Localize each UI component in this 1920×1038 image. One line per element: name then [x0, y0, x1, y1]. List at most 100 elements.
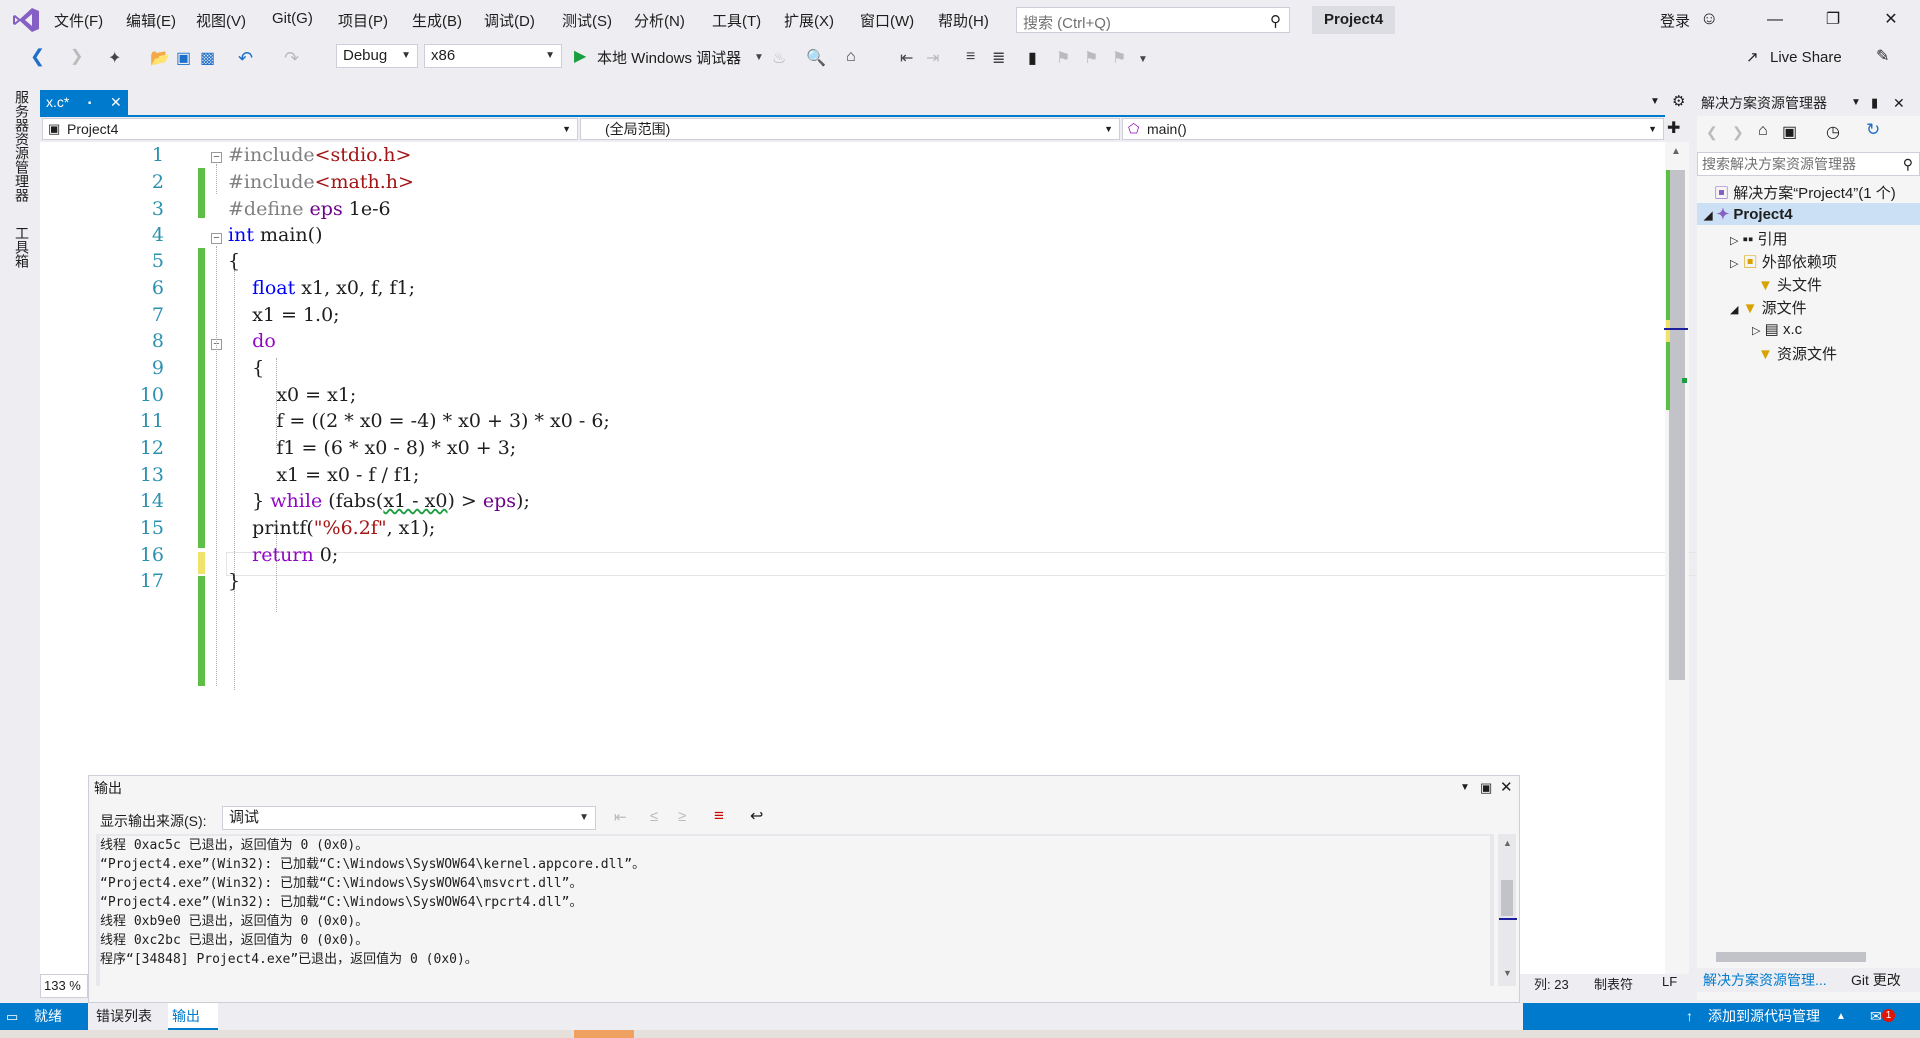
login-link[interactable]: 登录 [1660, 10, 1690, 31]
menu-item-11[interactable]: 窗口(W) [860, 10, 914, 31]
indent-mode[interactable]: 制表符 [1594, 974, 1633, 993]
output-source-dropdown[interactable]: 调试 ▼ [222, 806, 596, 830]
switch-views-icon[interactable]: ▣ [1782, 122, 1797, 142]
back-arrow-icon[interactable]: ❮ [30, 46, 45, 67]
step-icon[interactable]: ⇤ [900, 48, 913, 68]
new-project-icon[interactable]: ✦ [108, 48, 121, 68]
close-icon[interactable]: ✕ [1500, 776, 1513, 800]
toolbar-overflow-icon[interactable]: ▼ [1138, 54, 1148, 65]
menu-item-8[interactable]: 分析(N) [634, 10, 685, 31]
undo-icon[interactable]: ↶ [238, 48, 253, 69]
restore-button[interactable]: ❐ [1810, 6, 1856, 34]
tree-item-resources[interactable]: ▼ 资源文件 [1758, 343, 1837, 364]
tab-x-c[interactable]: x.c* ⬝ ✕ [40, 90, 128, 115]
tree-item-sources[interactable]: ◢ ▼ 源文件 [1730, 297, 1807, 318]
clear-all-icon[interactable]: ≡ [714, 806, 724, 826]
member-nav-dropdown[interactable]: ⬠ main() ▼ [1122, 118, 1664, 140]
redo-icon[interactable]: ↷ [284, 48, 299, 69]
open-folder-icon[interactable]: 📂 [150, 48, 170, 68]
line-ending[interactable]: LF [1662, 974, 1677, 989]
tree-item-project[interactable]: ◢ ✦ Project4 [1704, 205, 1793, 223]
tree-item-x-c[interactable]: ▷ ▤ x.c [1752, 320, 1802, 338]
menu-item-12[interactable]: 帮助(H) [938, 10, 989, 31]
tree-item-external-deps[interactable]: ▷ ▣ 外部依赖项 [1730, 251, 1837, 272]
notification-bell-icon[interactable]: ✉ [1870, 1003, 1882, 1030]
tab-list-chevron-icon[interactable]: ▼ [1650, 96, 1660, 107]
collapse-icon[interactable]: − [211, 233, 222, 244]
zoom-level[interactable]: 133 % [40, 974, 88, 998]
tree-item-solution[interactable]: ▣ 解决方案“Project4”(1 个) [1714, 182, 1896, 203]
clear-bookmarks-icon[interactable]: ⚑ [1112, 48, 1126, 68]
tab-output[interactable]: 输出 [172, 1003, 200, 1030]
tab-error-list[interactable]: 错误列表 [96, 1003, 152, 1030]
save-icon[interactable]: ▣ [176, 48, 191, 68]
maximize-icon[interactable]: ▣ [1480, 776, 1492, 800]
close-window-button[interactable]: ✕ [1868, 6, 1914, 34]
tree-item-references[interactable]: ▷ ▪▪ 引用 [1730, 228, 1787, 249]
scroll-up-icon[interactable]: ▲ [1503, 838, 1512, 848]
menu-item-2[interactable]: 视图(V) [196, 10, 246, 31]
configuration-dropdown[interactable]: Debug ▼ [336, 44, 418, 68]
visual-studio-logo-icon[interactable] [12, 7, 40, 33]
solution-hscroll-thumb[interactable] [1716, 952, 1866, 962]
live-share-button[interactable]: Live Share [1770, 49, 1842, 66]
home-icon[interactable]: ⌂ [846, 48, 856, 66]
close-icon[interactable]: ✕ [110, 90, 122, 114]
next-message-icon[interactable]: ≥ [678, 808, 686, 825]
chevron-down-icon[interactable]: ▼ [1851, 90, 1861, 116]
menu-item-9[interactable]: 工具(T) [712, 10, 761, 31]
bookmark-icon[interactable]: ▮ [1028, 48, 1037, 68]
minimize-button[interactable]: — [1752, 6, 1798, 34]
platform-dropdown[interactable]: x86 ▼ [424, 44, 562, 68]
menu-item-5[interactable]: 生成(B) [412, 10, 462, 31]
prev-bookmark-icon[interactable]: ⚑ [1056, 48, 1070, 68]
collapse-icon[interactable]: − [211, 152, 222, 163]
save-all-icon[interactable]: ▩ [200, 48, 215, 68]
tab-solution-explorer[interactable]: 解决方案资源管理... [1703, 968, 1827, 992]
add-to-source-control-button[interactable]: 添加到源代码管理 [1708, 1003, 1820, 1030]
prev-message-icon[interactable]: ≤ [650, 808, 658, 825]
menu-item-10[interactable]: 扩展(X) [784, 10, 834, 31]
chevron-down-icon[interactable]: ▼ [1460, 776, 1470, 800]
chevron-up-icon[interactable]: ▲ [1836, 1003, 1846, 1030]
home-icon[interactable]: ⌂ [1758, 122, 1768, 140]
forward-icon[interactable]: ❯ [1732, 124, 1744, 141]
search-input[interactable]: 搜索 (Ctrl+Q) ⚲ [1016, 7, 1290, 33]
project-nav-dropdown[interactable]: ▣ Project4 ▼ [42, 118, 578, 140]
scroll-down-icon[interactable]: ▼ [1503, 968, 1512, 978]
scroll-up-icon[interactable]: ▲ [1671, 146, 1681, 157]
solution-search-input[interactable]: 搜索解决方案资源管理器 ⚲ [1697, 152, 1920, 176]
start-debug-button[interactable]: 本地 Windows 调试器 [597, 47, 741, 68]
hot-reload-icon[interactable]: ♨ [772, 48, 786, 68]
tab-git-changes[interactable]: Git 更改 [1851, 968, 1901, 992]
scope-nav-dropdown[interactable]: (全局范围) ▼ [580, 118, 1120, 140]
feedback-icon[interactable]: ✎ [1876, 46, 1889, 66]
menu-item-7[interactable]: 测试(S) [562, 10, 612, 31]
menu-item-1[interactable]: 编辑(E) [126, 10, 176, 31]
menu-item-3[interactable]: Git(G) [272, 10, 313, 27]
share-icon[interactable]: ↗ [1746, 48, 1759, 66]
find-in-files-icon[interactable]: 🔍 [806, 48, 826, 68]
uncomment-icon[interactable]: ≣ [992, 48, 1005, 68]
tree-item-headers[interactable]: ▼ 头文件 [1758, 274, 1822, 295]
cursor-column[interactable]: 列: 23 [1534, 974, 1569, 993]
toolbox-tab[interactable]: 工具箱 [12, 226, 32, 268]
pin-icon[interactable]: ⬝ [88, 90, 91, 114]
settings-gear-icon[interactable]: ⚙ [1672, 92, 1685, 110]
menu-item-0[interactable]: 文件(F) [54, 10, 103, 31]
menu-item-6[interactable]: 调试(D) [484, 10, 535, 31]
start-debug-icon[interactable]: ▶ [574, 46, 586, 66]
server-explorer-tab[interactable]: 服务器资源管理器 [12, 90, 32, 202]
pin-icon[interactable]: ▮ [1871, 90, 1878, 116]
next-bookmark-icon[interactable]: ⚑ [1084, 48, 1098, 68]
chevron-down-icon[interactable]: ▼ [754, 52, 764, 63]
history-icon[interactable]: ◷ [1826, 122, 1840, 142]
comment-icon[interactable]: ≡ [966, 48, 975, 66]
find-message-icon[interactable]: ⇤ [614, 808, 627, 826]
close-icon[interactable]: ✕ [1893, 90, 1905, 116]
sync-icon[interactable]: ↻ [1866, 120, 1880, 140]
split-editor-icon[interactable]: ✚ [1667, 118, 1680, 138]
back-icon[interactable]: ❮ [1706, 124, 1718, 141]
output-scroll-thumb[interactable] [1501, 880, 1513, 916]
step-over-icon[interactable]: ⇥ [926, 48, 939, 68]
